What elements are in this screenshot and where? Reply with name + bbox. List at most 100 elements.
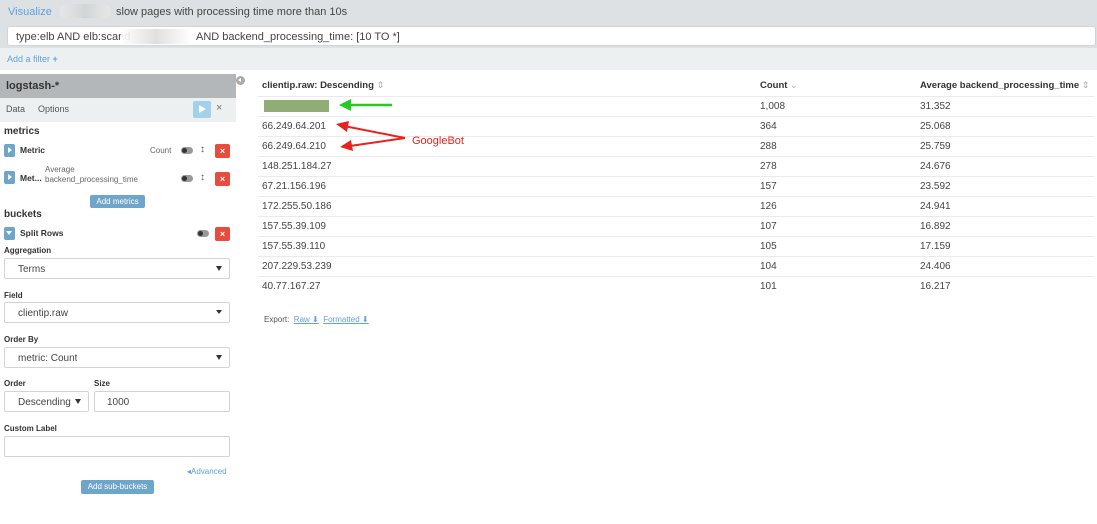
expand-caret-icon[interactable] bbox=[4, 144, 15, 157]
export-label: Export: bbox=[264, 315, 290, 324]
add-filter-link[interactable]: Add a filter + bbox=[7, 54, 58, 64]
cell-count: 364 bbox=[760, 121, 777, 132]
cell-clientip[interactable]: 66.249.64.210 bbox=[262, 141, 326, 152]
order-label: Order bbox=[4, 379, 26, 388]
column-header-label: Count bbox=[760, 80, 788, 91]
cell-avg-processing-time: 31.352 bbox=[920, 101, 951, 112]
remove-metric-button[interactable]: × bbox=[215, 144, 230, 158]
sort-icon: ⇕ bbox=[376, 80, 385, 90]
export-bar: Export: Raw ⬇ Formatted ⬇ bbox=[264, 315, 369, 324]
reorder-handle-icon[interactable]: ↕ bbox=[200, 144, 205, 155]
apply-changes-button[interactable] bbox=[193, 101, 211, 118]
field-value: clientip.raw bbox=[18, 308, 69, 319]
cell-count: 107 bbox=[760, 221, 777, 232]
download-icon: ⬇ bbox=[361, 315, 369, 324]
table-row: 40.77.167.27 101 16.217 bbox=[258, 276, 1094, 296]
remove-metric-button[interactable]: × bbox=[215, 172, 230, 186]
cell-clientip[interactable]: 66.249.64.201 bbox=[262, 121, 326, 132]
metric-description-line2: backend_processing_time bbox=[45, 175, 138, 184]
toggle-enabled-icon[interactable] bbox=[181, 174, 193, 183]
cell-avg-processing-time: 16.892 bbox=[920, 221, 951, 232]
chevron-down-icon bbox=[216, 266, 222, 271]
export-raw-link[interactable]: Raw ⬇ bbox=[294, 315, 319, 324]
export-raw-label: Raw bbox=[293, 315, 310, 324]
add-metrics-button[interactable]: Add metrics bbox=[90, 195, 145, 208]
chevron-down-icon bbox=[216, 355, 222, 360]
cell-clientip[interactable]: 172.255.50.186 bbox=[262, 201, 332, 212]
cell-clientip[interactable]: 207.229.53.239 bbox=[262, 261, 332, 272]
sort-icon: ⇕ bbox=[1081, 80, 1090, 90]
advanced-toggle-link[interactable]: ◂Advanced bbox=[187, 467, 227, 476]
breadcrumb-visualize-link[interactable]: Visualize bbox=[8, 6, 52, 18]
query-bar: type:elb AND elb:scand AND backend_proce… bbox=[0, 24, 1097, 48]
advanced-label: Advanced bbox=[191, 467, 227, 476]
index-pattern-header: logstash-* bbox=[0, 74, 236, 98]
plus-icon: + bbox=[52, 54, 58, 64]
query-text-suffix: AND backend_processing_time: [10 TO *] bbox=[196, 31, 400, 43]
cell-clientip[interactable]: 157.55.39.110 bbox=[262, 241, 325, 252]
cell-clientip[interactable]: 148.251.184.27 bbox=[262, 161, 332, 172]
chevron-down-icon bbox=[216, 310, 222, 314]
table-row: 66.249.64.201 364 25.068 bbox=[258, 116, 1094, 136]
order-select[interactable]: Descending bbox=[4, 391, 89, 412]
cell-count: 278 bbox=[760, 161, 777, 172]
cell-clientip[interactable]: 67.21.156.196 bbox=[262, 181, 326, 192]
column-header-clientip[interactable]: clientip.raw: Descending ⇕ bbox=[262, 80, 384, 91]
order-value: Descending bbox=[18, 397, 71, 408]
reorder-handle-icon[interactable]: ↕ bbox=[200, 172, 205, 183]
collapse-caret-icon[interactable] bbox=[4, 227, 15, 240]
field-select[interactable]: clientip.raw bbox=[4, 302, 230, 323]
cell-avg-processing-time: 25.068 bbox=[920, 121, 951, 132]
metric-label: Met... bbox=[20, 173, 42, 183]
top-bar: Visualize slow pages with processing tim… bbox=[0, 0, 1097, 24]
custom-label-input[interactable] bbox=[4, 436, 230, 457]
custom-label-label: Custom Label bbox=[4, 424, 57, 433]
discard-changes-button[interactable]: × bbox=[216, 102, 222, 114]
googlebot-annotation-label: GoogleBot bbox=[412, 135, 464, 147]
index-pattern-name: logstash-* bbox=[6, 80, 60, 92]
redacted-region bbox=[121, 29, 191, 44]
cell-count: 1,008 bbox=[760, 101, 786, 112]
cell-avg-processing-time: 16.217 bbox=[920, 281, 951, 292]
cell-clientip[interactable]: 157.55.39.109 bbox=[262, 221, 326, 232]
table-row: 1,008 31.352 bbox=[258, 96, 1094, 116]
field-label: Field bbox=[4, 291, 23, 300]
cell-avg-processing-time: 23.592 bbox=[920, 181, 951, 192]
cell-avg-processing-time: 24.676 bbox=[920, 161, 951, 172]
filter-bar: Add a filter + bbox=[0, 48, 1097, 70]
table-row: 172.255.50.186 126 24.941 bbox=[258, 196, 1094, 216]
remove-bucket-button[interactable]: × bbox=[215, 227, 230, 241]
redacted-ip bbox=[264, 100, 329, 112]
query-input[interactable]: type:elb AND elb:scand AND backend_proce… bbox=[7, 26, 1096, 46]
export-formatted-label: Formatted bbox=[323, 315, 360, 324]
add-sub-buckets-button[interactable]: Add sub-buckets bbox=[81, 480, 154, 494]
cell-count: 104 bbox=[760, 261, 777, 272]
size-input[interactable]: 1000 bbox=[94, 391, 230, 412]
order-by-value: metric: Count bbox=[18, 353, 78, 364]
expand-caret-icon[interactable] bbox=[4, 171, 15, 184]
export-formatted-link[interactable]: Formatted ⬇ bbox=[323, 315, 368, 324]
metric-label: Metric bbox=[20, 145, 46, 155]
cell-avg-processing-time: 24.941 bbox=[920, 201, 951, 212]
aggregation-select[interactable]: Terms bbox=[4, 258, 230, 279]
column-header-avg-processing-time[interactable]: Average backend_processing_time ⇕ bbox=[920, 80, 1089, 91]
aggregation-value: Terms bbox=[18, 264, 46, 275]
collapse-sidebar-icon[interactable] bbox=[236, 76, 245, 85]
metric-description: Count bbox=[150, 146, 172, 155]
query-text-prefix: type:elb AND elb:scand bbox=[16, 31, 131, 43]
order-by-select[interactable]: metric: Count bbox=[4, 347, 230, 368]
column-header-label: Average backend_processing_time bbox=[920, 80, 1080, 91]
aggregation-label: Aggregation bbox=[4, 246, 52, 255]
chevron-down-icon bbox=[75, 399, 81, 404]
tab-options[interactable]: Options bbox=[38, 104, 69, 114]
toggle-enabled-icon[interactable] bbox=[181, 146, 193, 155]
metric-row: Met... Average backend_processing_time ↕… bbox=[4, 165, 232, 187]
column-header-count[interactable]: Count ⌄ bbox=[760, 80, 798, 91]
sidebar-tabs: Data Options × bbox=[0, 98, 236, 122]
cell-clientip[interactable]: 40.77.167.27 bbox=[262, 281, 320, 292]
tab-data[interactable]: Data bbox=[6, 104, 25, 114]
toggle-enabled-icon[interactable] bbox=[197, 229, 209, 238]
download-icon: ⬇ bbox=[312, 315, 319, 324]
table-row: 148.251.184.27 278 24.676 bbox=[258, 156, 1094, 176]
cell-count: 288 bbox=[760, 141, 777, 152]
